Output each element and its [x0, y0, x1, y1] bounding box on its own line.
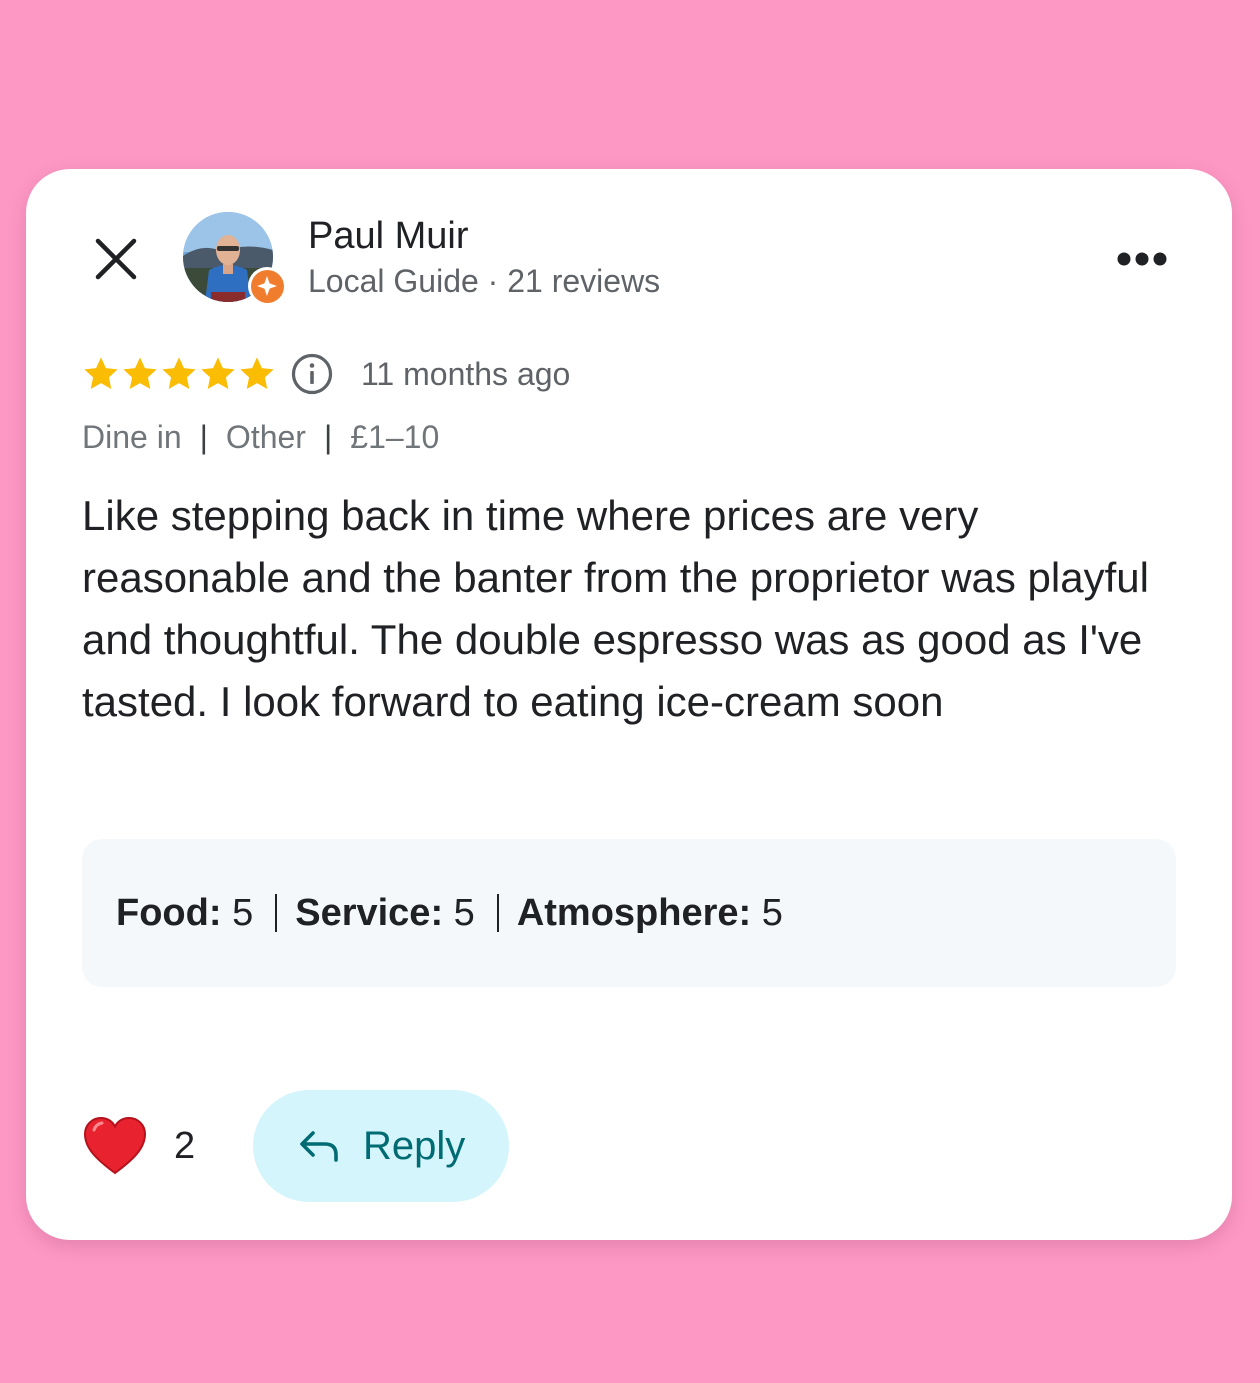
star-icon: [240, 357, 274, 390]
star-icon: [201, 357, 235, 390]
attribute-meal-type: Other: [225, 419, 306, 455]
service-label: Service:: [295, 892, 444, 934]
reply-label: Reply: [363, 1123, 466, 1168]
info-icon[interactable]: [291, 353, 333, 395]
star-rating: [82, 355, 277, 393]
attribute-separator: |: [199, 419, 208, 455]
reply-button[interactable]: Reply: [253, 1090, 510, 1202]
more-options-icon: [1117, 252, 1167, 266]
atmosphere-label: Atmosphere:: [516, 892, 752, 934]
review-text: Like stepping back in time where prices …: [82, 492, 1149, 725]
review-actions: 2 Reply: [82, 1090, 510, 1202]
sub-ratings: Food: 5 Service: 5 Atmosphere: 5: [116, 889, 783, 937]
score-separator: [496, 894, 499, 932]
like-count: 2: [174, 1124, 196, 1167]
local-guide-star-badge-icon: [257, 276, 277, 296]
local-guide-badge: [248, 267, 286, 305]
more-options-button[interactable]: [1114, 237, 1170, 281]
attribute-service-type: Dine in: [82, 419, 182, 455]
attribute-separator: |: [323, 419, 333, 455]
author-meta: Local Guide · 21 reviews: [308, 263, 661, 299]
rating-row: 11 months ago: [82, 351, 570, 397]
review-time: 11 months ago: [361, 355, 571, 392]
sub-ratings-box: Food: 5 Service: 5 Atmosphere: 5: [82, 839, 1176, 987]
reply-arrow-icon: [300, 1131, 338, 1162]
food-label: Food:: [116, 892, 222, 934]
food-value: 5: [232, 892, 254, 934]
attribute-price: £1–10: [350, 419, 440, 455]
like-button[interactable]: 2: [82, 1115, 195, 1177]
review-attributes: Dine in | Other | £1–10: [82, 417, 439, 457]
close-icon: [95, 238, 137, 280]
score-separator: [275, 894, 278, 932]
heart-icon: [83, 1116, 147, 1175]
star-icon: [123, 357, 157, 390]
close-button[interactable]: [90, 233, 142, 285]
star-icon: [84, 357, 118, 390]
author-name[interactable]: Paul Muir: [308, 213, 469, 259]
atmosphere-value: 5: [761, 892, 783, 934]
service-value: 5: [453, 892, 475, 934]
star-icon: [162, 357, 196, 390]
review-card: Paul Muir Local Guide · 21 reviews 11 mo…: [26, 169, 1232, 1240]
